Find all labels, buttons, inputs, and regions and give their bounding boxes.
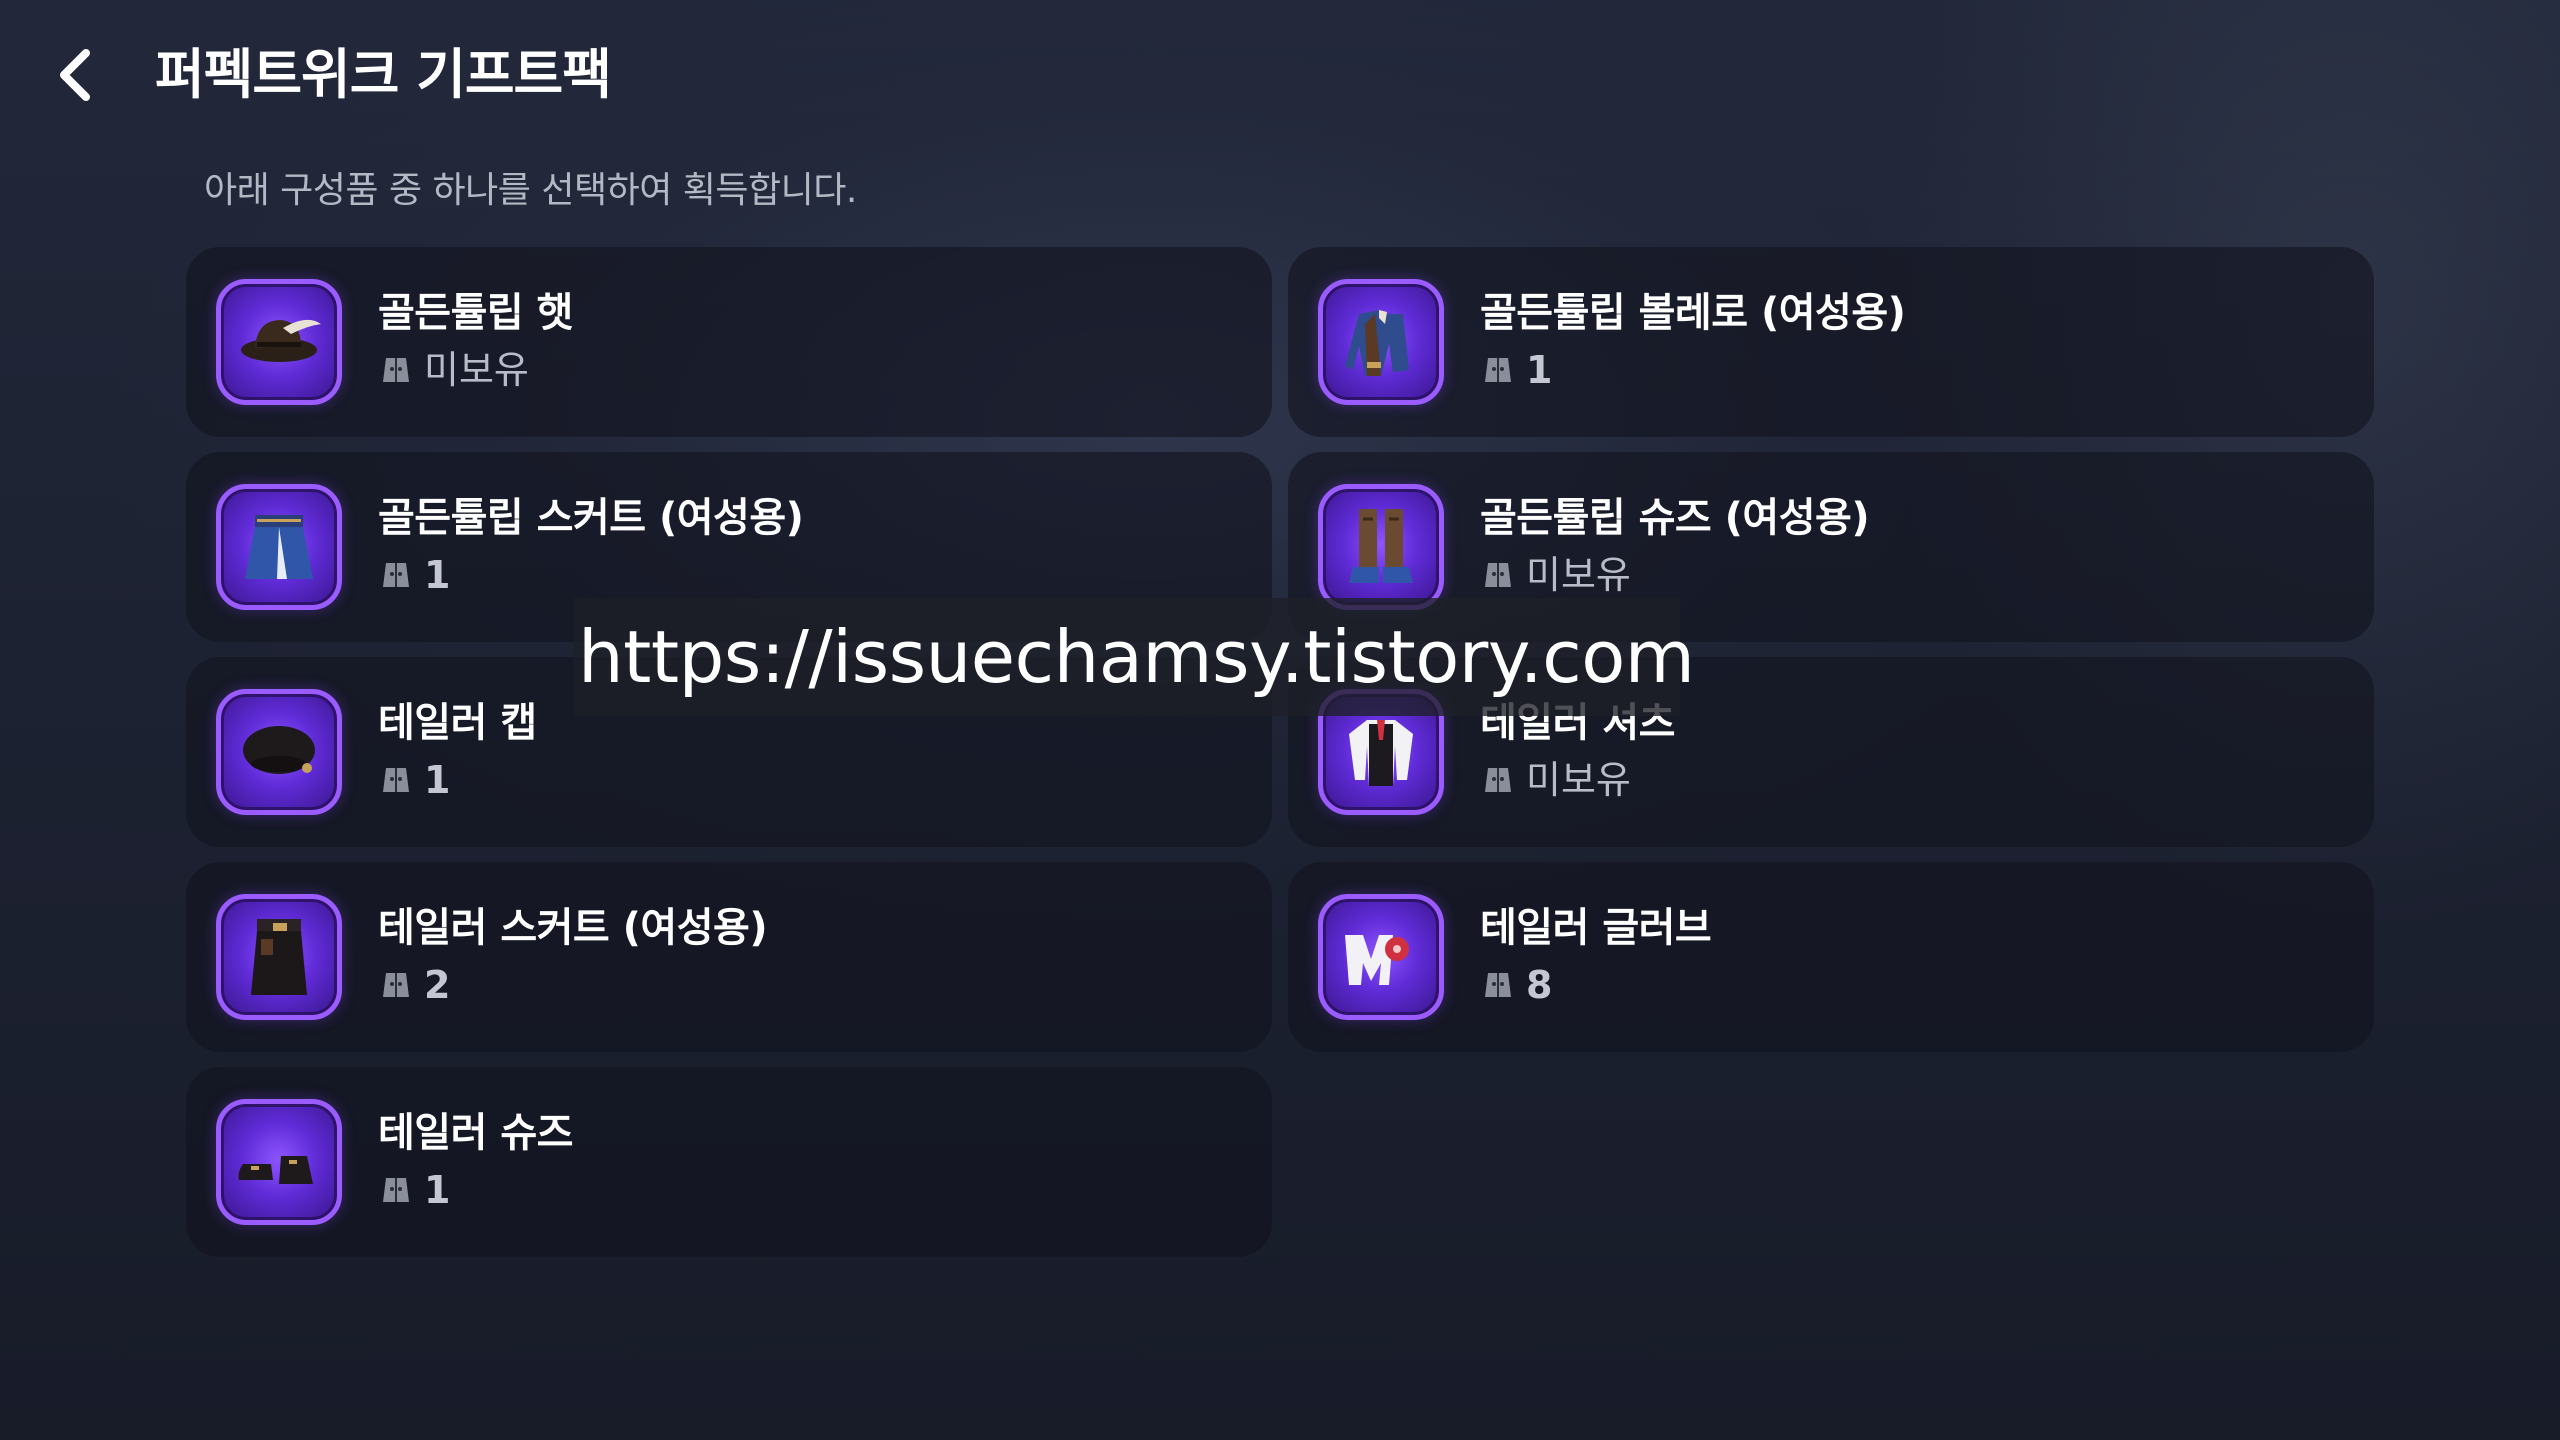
chevron-left-icon <box>60 49 90 101</box>
wardrobe-icon <box>1485 768 1511 792</box>
bolero-icon <box>1345 310 1409 376</box>
owned-status: 1 <box>1526 348 1553 392</box>
item-thumbnail <box>1318 894 1444 1020</box>
item-card[interactable]: 골든튤립 햇 미보유 <box>186 247 1272 437</box>
owned-count: 8 <box>1480 958 1552 1012</box>
owned-count: 1 <box>378 1163 450 1217</box>
wardrobe-icon <box>383 563 409 587</box>
back-button[interactable] <box>40 40 110 110</box>
item-thumbnail <box>216 894 342 1020</box>
skirt-icon <box>245 515 313 579</box>
item-thumbnail <box>1318 484 1444 610</box>
item-thumbnail <box>216 1099 342 1225</box>
owned-count: 1 <box>1480 343 1552 397</box>
item-card[interactable]: 테일러 스커트 (여성용) 2 <box>186 862 1272 1052</box>
item-card[interactable]: 테일러 글러브 8 <box>1288 862 2374 1052</box>
owned-count: 2 <box>378 958 450 1012</box>
owned-status: 미보유 <box>1526 758 1631 802</box>
owned-count: 1 <box>378 548 450 602</box>
watermark-text: https://issuechamsy.tistory.com <box>578 615 1695 699</box>
boots-icon <box>1349 509 1413 583</box>
item-card[interactable]: 골든튤립 볼레로 (여성용) 1 <box>1288 247 2374 437</box>
owned-status: 1 <box>424 553 451 597</box>
owned-status: 8 <box>1526 963 1553 1007</box>
item-name: 골든튤립 스커트 (여성용) <box>378 495 804 541</box>
wardrobe-icon <box>383 768 409 792</box>
item-thumbnail <box>1318 279 1444 405</box>
item-name: 골든튤립 햇 <box>378 290 573 336</box>
item-name: 테일러 캡 <box>378 700 537 746</box>
item-thumbnail <box>216 484 342 610</box>
owned-status: 1 <box>424 758 451 802</box>
wardrobe-icon <box>383 358 409 382</box>
item-thumbnail <box>216 689 342 815</box>
cap-icon <box>243 726 315 774</box>
item-card[interactable]: 테일러 슈즈 1 <box>186 1067 1272 1257</box>
page-title: 퍼펙트위크 기프트팩 <box>155 43 612 106</box>
wardrobe-icon <box>1485 973 1511 997</box>
item-name: 골든튤립 슈즈 (여성용) <box>1480 495 1870 541</box>
wardrobe-icon <box>383 973 409 997</box>
item-name: 테일러 글러브 <box>1480 905 1712 951</box>
selection-instruction: 아래 구성품 중 하나를 선택하여 획득합니다. <box>204 170 857 211</box>
item-name: 테일러 스커트 (여성용) <box>378 905 768 951</box>
owned-status: 2 <box>424 963 451 1007</box>
wardrobe-icon <box>383 1178 409 1202</box>
owned-status: 미보유 <box>1526 553 1631 597</box>
item-name: 골든튤립 볼레로 (여성용) <box>1480 290 1906 336</box>
owned-count: 1 <box>378 753 450 807</box>
owned-status: 1 <box>424 1168 451 1212</box>
url-watermark: https://issuechamsy.tistory.com <box>574 598 1695 716</box>
glove-icon <box>1345 935 1409 985</box>
item-thumbnail <box>216 279 342 405</box>
owned-count: 미보유 <box>1480 548 1631 602</box>
item-grid: 골든튤립 햇 미보유 골든튤립 볼레로 (여성용) 1 골든튤립 스커트 (여성… <box>186 247 2374 1257</box>
owned-status: 미보유 <box>424 348 529 392</box>
owned-count: 미보유 <box>378 343 529 397</box>
long-skirt-icon <box>251 919 307 995</box>
item-name: 테일러 슈즈 <box>378 1110 573 1156</box>
owned-count: 미보유 <box>1480 753 1631 807</box>
hat-icon <box>241 319 321 362</box>
wardrobe-icon <box>1485 563 1511 587</box>
shoes-icon <box>238 1156 313 1184</box>
wardrobe-icon <box>1485 358 1511 382</box>
